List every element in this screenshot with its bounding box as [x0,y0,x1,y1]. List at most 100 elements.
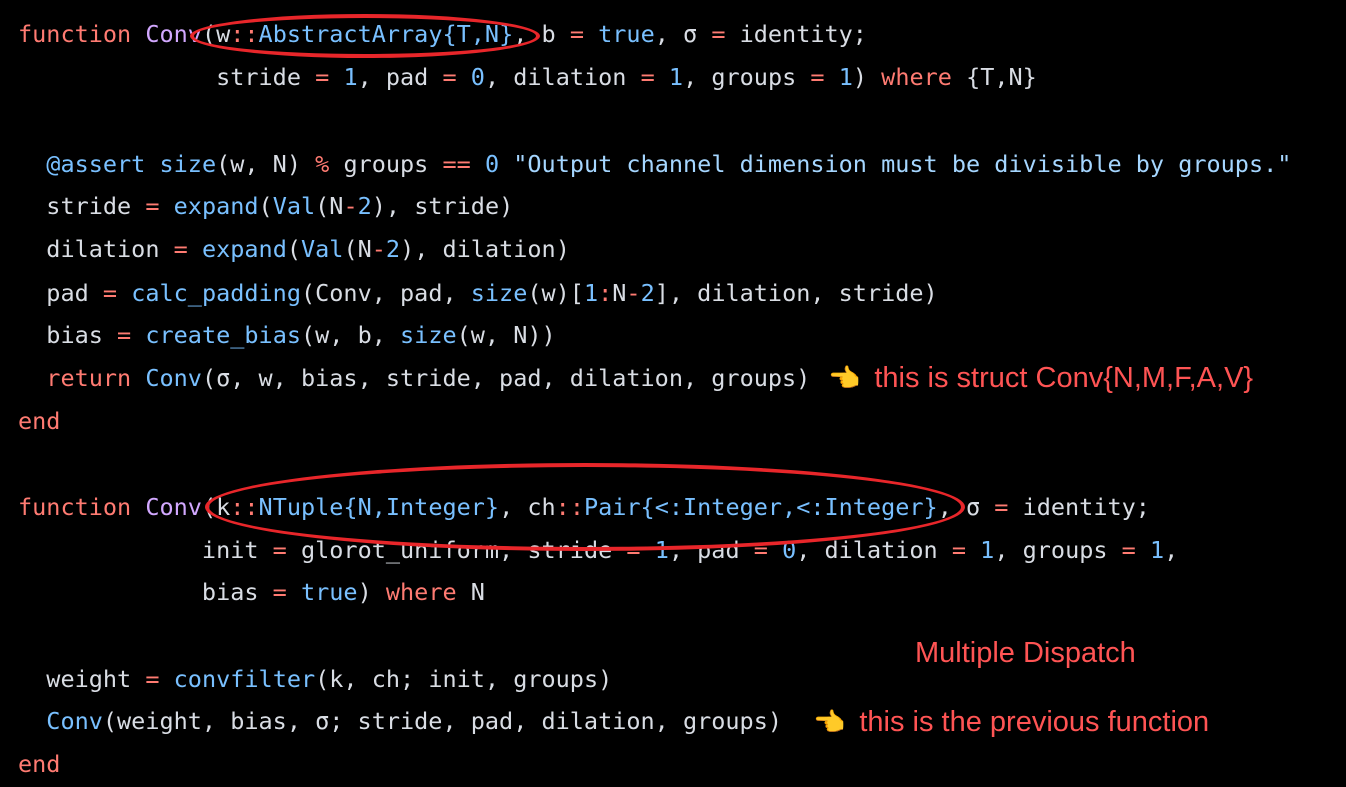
equals: = [145,665,160,693]
dilation-lhs: dilation [18,235,174,263]
equals: = [951,536,967,564]
equals: = [117,321,132,349]
equals: = [145,192,160,220]
cb-args: (w, b, [301,321,401,349]
keyword-function: function [18,20,132,48]
prev-note-text: this is the previous function [859,706,1210,738]
bias-kwarg: bias [18,578,273,606]
groups-text: groups [329,150,443,178]
pad-kwarg: , pad [357,63,443,91]
range-colon: : [598,279,613,307]
equals: = [1121,536,1136,564]
highlight-ellipse-abstract-array [190,14,540,58]
dilation-kwarg: , dilation [484,63,641,91]
equals: = [569,20,584,48]
convfilter-args: (k, ch; init, groups) [315,665,613,693]
return-args: (σ, w, bias, stride, pad, dilation, grou… [201,364,811,392]
struct-note-text: this is struct Conv{N,M,F,A,V} [874,362,1254,394]
keyword-where: where [385,578,457,606]
code-line-f2-bias: bias = true) where N [18,577,485,607]
assert-message-string: "Output channel dimension must be divisi… [513,150,1292,178]
calc-args: ], dilation, stride) [654,279,938,307]
pointing-hand-icon: 👈 [813,708,846,738]
pointing-hand-icon: 👈 [828,364,861,394]
literal-true: true [598,20,655,48]
code-line-2: stride = 1, pad = 0, dilation = 1, group… [18,62,1037,92]
number: 2 [640,279,655,307]
equals: = [272,536,287,564]
calc-args: (w)[ [527,279,584,307]
stride-lhs: stride [18,192,146,220]
function-name: Conv [145,493,202,521]
size-call: size [159,150,217,178]
groups-kwarg: , groups [994,536,1122,564]
equals: = [442,63,457,91]
equality-operator: == [442,150,471,178]
cb-args: (w, N)) [456,321,556,349]
stride-rhs: ), stride) [371,192,514,220]
val-call: Val [272,192,316,220]
minus-operator: - [343,192,358,220]
keyword-function: function [18,493,132,521]
code-line-end-1: end [18,406,60,436]
conv-call: Conv [145,364,202,392]
convfilter-call: convfilter [173,665,316,693]
number: 2 [357,192,372,220]
keyword-where: where [881,63,952,91]
code-line-pad: pad = calc_padding(Conv, pad, size(w)[1:… [18,278,938,308]
equals: = [810,63,825,91]
stride-kwarg: stride [18,63,316,91]
dilation-rhs: ), dilation) [400,235,570,263]
init-kwarg: init [18,536,273,564]
struct-annotation: 👈 this is struct Conv{N,M,F,A,V} [828,362,1253,395]
equals: = [315,63,330,91]
weight-lhs: weight [18,665,146,693]
multiple-dispatch-title: Multiple Dispatch [915,637,1136,669]
code-line-dilation: dilation = expand(Val(N-2), dilation) [18,235,570,263]
minus-operator: - [371,235,386,263]
close-paren: ) [852,63,882,91]
equals: = [994,493,1009,521]
n-text: N [612,279,627,307]
bias-lhs: bias [18,321,118,349]
assert-args: (w, N) [216,150,316,178]
conv-call: Conv [46,707,103,735]
equals: = [640,63,655,91]
modulo-operator: % [315,150,330,178]
number: 1 [1149,536,1165,564]
type-params: {T,N} [951,63,1037,91]
equals: = [173,235,188,263]
type-param-n: N [456,578,485,606]
previous-function-annotation: 👈 this is the previous function [813,706,1209,739]
equals: = [102,279,118,307]
code-line-f2-weight: weight = convfilter(k, ch; init, groups) [18,664,612,694]
code-line-end-2: end [18,749,60,779]
pad-lhs: pad [18,279,103,307]
highlight-ellipse-ntuple-pair [205,463,965,551]
equals: = [272,578,287,606]
number: 1 [583,279,599,307]
equals: = [711,20,726,48]
number: 1 [668,63,684,91]
create-bias-call: create_bias [145,321,301,349]
code-line-assert: @assert size(w, N) % groups == 0 "Output… [18,149,1291,179]
number: 2 [385,235,401,263]
size-call: size [470,279,528,307]
number: 0 [470,63,485,91]
number: 1 [980,536,995,564]
identity-text: identity; [725,20,867,48]
assert-macro: @assert [46,150,146,178]
n-text: (N [343,235,372,263]
close-paren: ) [357,578,386,606]
expand-call: expand [173,192,259,220]
keyword-end: end [18,407,61,435]
code-line-bias: bias = create_bias(w, b, size(w, N)) [18,320,556,350]
code-line-f2-conv: Conv(weight, bias, σ; stride, pad, dilat… [18,706,782,736]
groups-kwarg: , groups [683,63,811,91]
literal-true: true [300,578,358,606]
calc-padding-call: calc_padding [131,279,301,307]
minus-operator: - [626,279,641,307]
size-call: size [400,321,457,349]
comma: , [1164,536,1179,564]
